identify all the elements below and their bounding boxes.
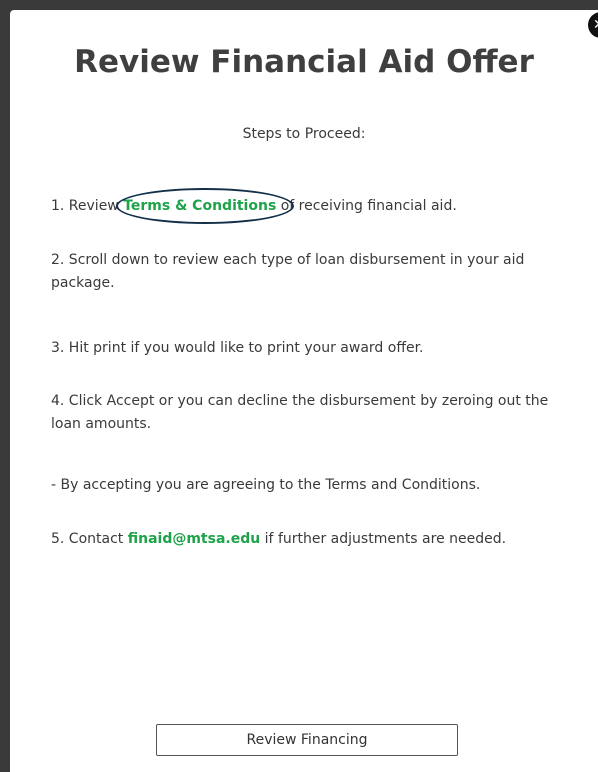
terms-wrap: Terms & Conditions xyxy=(116,188,295,224)
review-financing-button[interactable]: Review Financing xyxy=(156,724,458,756)
close-icon[interactable]: ✕ xyxy=(588,12,598,38)
step-1-suffix: of receiving financial aid. xyxy=(276,198,457,214)
financial-aid-modal: ✕ Review Financial Aid Offer Steps to Pr… xyxy=(10,10,598,772)
steps-heading: Steps to Proceed: xyxy=(242,126,366,142)
finaid-email-link[interactable]: finaid@mtsa.edu xyxy=(128,531,260,547)
step-2: 2. Scroll down to review each type of lo… xyxy=(51,252,525,291)
step-1-prefix: 1. Review xyxy=(51,198,124,214)
step-1: 1. Review Terms & Conditions of receivin… xyxy=(51,188,571,224)
step-4: 4. Click Accept or you can decline the d… xyxy=(51,393,549,432)
step-5-suffix: if further adjustments are needed. xyxy=(260,531,507,547)
modal-title: Review Financial Aid Offer xyxy=(74,44,534,80)
step-5: 5. Contact finaid@mtsa.edu if further ad… xyxy=(51,528,571,551)
step-3: 3. Hit print if you would like to print … xyxy=(51,340,424,356)
step-5-prefix: 5. Contact xyxy=(51,531,128,547)
terms-conditions-link[interactable]: Terms & Conditions xyxy=(123,198,276,214)
step-4-note: - By accepting you are agreeing to the T… xyxy=(51,477,481,493)
